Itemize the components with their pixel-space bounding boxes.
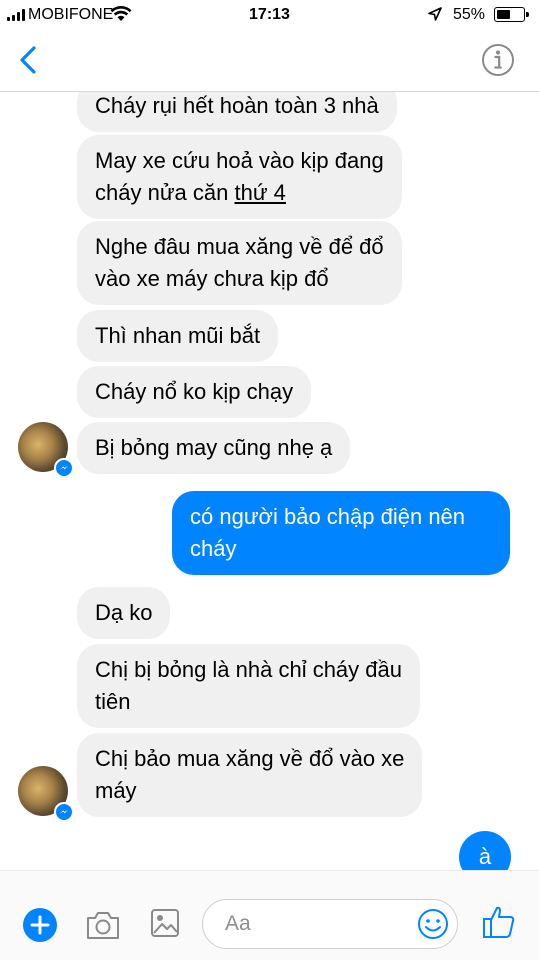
contact-avatar[interactable] xyxy=(18,422,74,478)
messenger-badge-icon xyxy=(54,802,74,822)
message-bubble[interactable]: Chị bảo mua xăng về đổ vào xe máy xyxy=(77,733,423,817)
status-bar: MOBIFONE 17:13 55% xyxy=(0,0,539,30)
back-button[interactable] xyxy=(14,40,44,80)
message-bubble[interactable]: à xyxy=(459,831,511,870)
message-bubble[interactable]: có người bảo chập điện nên cháy xyxy=(172,491,510,575)
composer-bar: Aa xyxy=(0,870,539,960)
plus-icon[interactable] xyxy=(22,907,58,943)
camera-icon[interactable] xyxy=(85,909,121,941)
thumbs-up-icon[interactable] xyxy=(481,904,517,940)
message-bubble[interactable]: May xe cứu hoả vào kịp đang cháy nửa căn… xyxy=(77,135,402,219)
messenger-badge-icon xyxy=(54,458,74,478)
message-bubble[interactable]: Dạ ko xyxy=(77,587,171,639)
battery-percentage: 55% xyxy=(453,6,486,23)
message-input-placeholder: Aa xyxy=(225,912,251,935)
photo-icon[interactable] xyxy=(150,908,180,938)
emoji-icon[interactable] xyxy=(417,908,449,940)
message-bubble[interactable]: Thì nhan mũi bắt xyxy=(77,310,279,362)
info-button[interactable] xyxy=(481,43,515,77)
message-list[interactable]: Cháy rụi hết hoàn toàn 3 nhà May xe cứu … xyxy=(0,92,539,870)
conversation-header xyxy=(0,30,539,92)
battery-icon xyxy=(494,7,529,22)
message-link[interactable]: thứ 4 xyxy=(234,180,285,205)
location-arrow-icon xyxy=(428,7,442,21)
message-bubble[interactable]: Nghe đâu mua xăng về để đổ vào xe máy ch… xyxy=(77,221,402,305)
message-bubble[interactable]: Cháy rụi hết hoàn toàn 3 nhà xyxy=(77,92,397,132)
message-bubble[interactable]: Bị bỏng may cũng nhẹ ạ xyxy=(77,422,351,474)
message-bubble[interactable]: Chị bị bỏng là nhà chỉ cháy đầu tiên xyxy=(77,644,420,728)
battery-fill xyxy=(497,10,510,19)
contact-avatar[interactable] xyxy=(18,766,74,822)
message-bubble[interactable]: Cháy nổ ko kịp chạy xyxy=(77,366,312,418)
message-input[interactable]: Aa xyxy=(202,899,458,949)
